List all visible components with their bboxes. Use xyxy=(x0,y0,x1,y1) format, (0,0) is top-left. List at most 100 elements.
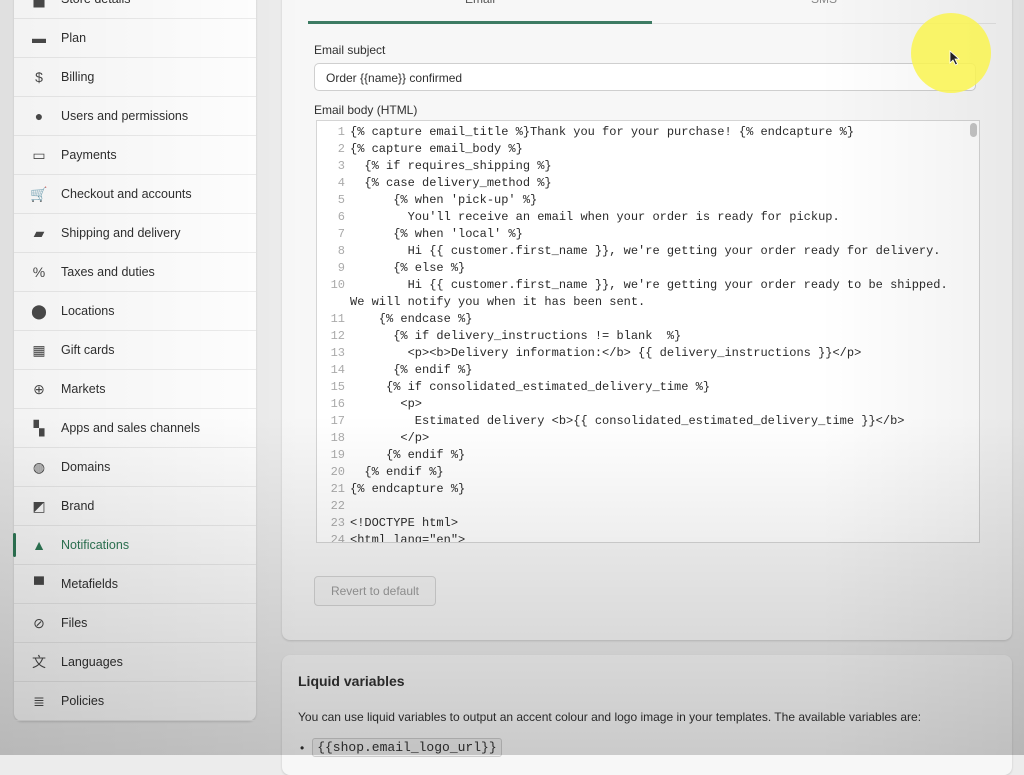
code-text: Hi {{ customer.first_name }}, we're gett… xyxy=(350,244,941,258)
code-text: <p><b>Delivery information:</b> {{ deliv… xyxy=(350,346,862,360)
line-number: 7 xyxy=(337,227,345,241)
code-line: 23 <!DOCTYPE html> xyxy=(317,515,965,532)
line-number: 6 xyxy=(337,210,345,224)
code-line: 12 {% if delivery_instructions != blank … xyxy=(317,328,965,345)
code-text: {% endif %} xyxy=(350,465,444,479)
line-number: 19 xyxy=(330,448,345,462)
line-number: 16 xyxy=(330,397,345,411)
editor-scrollbar[interactable] xyxy=(970,123,977,137)
line-number: 1 xyxy=(337,125,345,139)
channel-tabs: Email SMS xyxy=(308,0,996,24)
sidebar-item-label: Payments xyxy=(61,148,117,162)
code-line: 18 </p> xyxy=(317,430,965,447)
sidebar-item-shipping-and-delivery[interactable]: ▰ Shipping and delivery xyxy=(14,214,256,253)
code-line: 6 You'll receive an email when your orde… xyxy=(317,209,965,226)
code-line: We will notify you when it has been sent… xyxy=(317,294,965,311)
code-line: 19 {% endif %} xyxy=(317,447,965,464)
code-line: 9 {% else %} xyxy=(317,260,965,277)
sidebar-item-policies[interactable]: ≣ Policies xyxy=(14,682,256,721)
line-number: 3 xyxy=(337,159,345,173)
sidebar-item-plan[interactable]: ▬ Plan xyxy=(14,19,256,58)
line-number: 10 xyxy=(330,278,345,292)
tab-email[interactable]: Email xyxy=(308,0,652,24)
sidebar-item-taxes-and-duties[interactable]: % Taxes and duties xyxy=(14,253,256,292)
line-number: 15 xyxy=(330,380,345,394)
domain-globe-icon: ◍ xyxy=(32,458,46,475)
tax-icon: % xyxy=(32,264,46,280)
billing-icon: $ xyxy=(35,69,43,85)
line-number: 20 xyxy=(330,465,345,479)
sidebar-item-label: Apps and sales channels xyxy=(61,421,200,435)
sidebar-item-payments[interactable]: ▭ Payments xyxy=(14,136,256,175)
sidebar-item-checkout-and-accounts[interactable]: 🛒 Checkout and accounts xyxy=(14,175,256,214)
code-text: {% capture email_body %} xyxy=(350,142,523,156)
line-number: 13 xyxy=(330,346,345,360)
sidebar-item-label: Store details xyxy=(61,0,130,6)
code-lines[interactable]: 1 {% capture email_title %}Thank you for … xyxy=(317,124,965,542)
line-number: 9 xyxy=(337,261,345,275)
code-text: <!DOCTYPE html> xyxy=(350,516,459,530)
cart-icon: 🛒 xyxy=(30,185,48,202)
line-number: 14 xyxy=(330,363,345,377)
sidebar-item-label: Plan xyxy=(61,31,87,45)
sidebar-item-domains[interactable]: ◍ Domains xyxy=(14,448,256,487)
line-number: 4 xyxy=(337,176,345,190)
code-text: {% if delivery_instructions != blank %} xyxy=(350,329,682,343)
code-text: Estimated delivery <b>{{ consolidated_es… xyxy=(350,414,905,428)
code-text: {% else %} xyxy=(350,261,466,275)
liquid-variables-description: You can use liquid variables to output a… xyxy=(298,710,922,724)
code-line: 20 {% endif %} xyxy=(317,464,965,481)
plan-icon: ▬ xyxy=(32,30,46,46)
code-line: 4 {% case delivery_method %} xyxy=(317,175,965,192)
code-text: </p> xyxy=(350,431,430,445)
sidebar-item-label: Languages xyxy=(61,655,123,669)
line-number xyxy=(317,294,350,311)
code-line: 2 {% capture email_body %} xyxy=(317,141,965,158)
line-number: 11 xyxy=(330,312,345,326)
revert-to-default-button[interactable]: Revert to default xyxy=(314,576,436,606)
code-text: We will notify you when it has been sent… xyxy=(350,295,646,309)
liquid-variable-code: {{shop.email_logo_url}} xyxy=(312,738,502,757)
code-text: You'll receive an email when your order … xyxy=(350,210,840,224)
sidebar-item-metafields[interactable]: ▀ Metafields xyxy=(14,565,256,604)
truck-icon: ▰ xyxy=(33,224,45,241)
metafields-icon: ▀ xyxy=(34,576,44,592)
code-line: 1 {% capture email_title %}Thank you for … xyxy=(317,124,965,141)
liquid-variable-item: • {{shop.email_logo_url}} xyxy=(300,738,502,757)
sidebar-item-label: Checkout and accounts xyxy=(61,187,192,201)
globe-icon: ⊕ xyxy=(33,380,45,397)
code-line: 22 xyxy=(317,498,965,515)
bell-icon: ▲ xyxy=(32,537,46,553)
email-body-code-editor[interactable]: 1 {% capture email_title %}Thank you for … xyxy=(316,120,980,543)
sidebar-item-billing[interactable]: $ Billing xyxy=(14,58,256,97)
sidebar-item-languages[interactable]: 文 Languages xyxy=(14,643,256,682)
sidebar-item-locations[interactable]: ⬤ Locations xyxy=(14,292,256,331)
code-line: 8 Hi {{ customer.first_name }}, we're ge… xyxy=(317,243,965,260)
apps-icon: ▚ xyxy=(33,419,45,436)
payments-icon: ▭ xyxy=(32,146,46,163)
sidebar-item-users-and-permissions[interactable]: ● Users and permissions xyxy=(14,97,256,136)
code-text: {% case delivery_method %} xyxy=(350,176,552,190)
brand-icon: ◩ xyxy=(32,497,46,514)
line-number: 22 xyxy=(330,499,345,513)
code-text: {% when 'pick-up' %} xyxy=(350,193,538,207)
code-text: {% endif %} xyxy=(350,363,473,377)
sidebar-item-brand[interactable]: ◩ Brand xyxy=(14,487,256,526)
sidebar-item-apps-and-sales-channels[interactable]: ▚ Apps and sales channels xyxy=(14,409,256,448)
liquid-variables-card: Liquid variables You can use liquid vari… xyxy=(282,655,1012,775)
sidebar-item-store-details[interactable]: ▙ Store details xyxy=(14,0,256,19)
line-number: 8 xyxy=(337,244,345,258)
sidebar-item-markets[interactable]: ⊕ Markets xyxy=(14,370,256,409)
line-number: 18 xyxy=(330,431,345,445)
sidebar-item-gift-cards[interactable]: ▦ Gift cards xyxy=(14,331,256,370)
code-line: 7 {% when 'local' %} xyxy=(317,226,965,243)
bullet: • xyxy=(300,740,305,755)
sidebar-item-notifications[interactable]: ▲ Notifications xyxy=(13,526,256,565)
gift-icon: ▦ xyxy=(32,341,46,358)
sidebar-item-files[interactable]: ⊘ Files xyxy=(14,604,256,643)
line-number: 17 xyxy=(330,414,345,428)
email-subject-input[interactable]: Order {{name}} confirmed xyxy=(314,63,976,91)
mouse-pointer-icon xyxy=(949,50,961,66)
sidebar-item-label: Users and permissions xyxy=(61,109,189,123)
code-line: 10 Hi {{ customer.first_name }}, we're g… xyxy=(317,277,965,294)
